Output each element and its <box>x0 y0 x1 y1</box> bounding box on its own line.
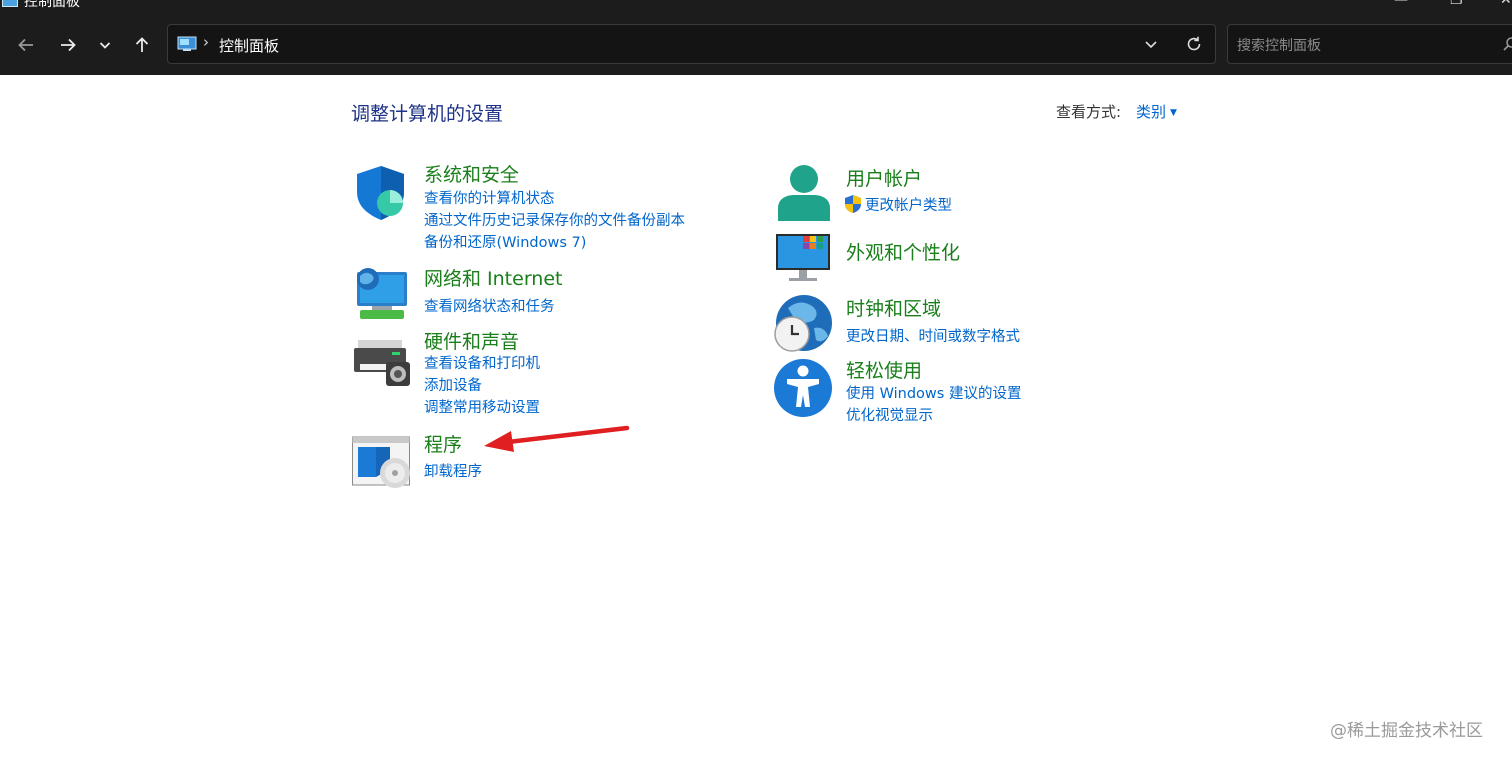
close-button[interactable]: ✕ <box>1500 0 1512 8</box>
forward-button[interactable] <box>55 32 81 58</box>
navigation-bar: › 控制面板 搜索控制面板 <box>0 14 1512 75</box>
category-title[interactable]: 硬件和声音 <box>424 327 519 354</box>
view-by-label: 查看方式: <box>1056 103 1122 121</box>
refresh-icon[interactable] <box>1185 35 1203 53</box>
watermark: @稀土掘金技术社区 <box>1330 721 1483 741</box>
annotation-arrow <box>484 425 630 452</box>
category-title[interactable]: 网络和 Internet <box>424 264 562 291</box>
arrow-up-icon <box>135 37 149 52</box>
breadcrumb-separator: › <box>203 33 209 51</box>
chevron-down-icon[interactable] <box>1143 36 1159 52</box>
link-add-device[interactable]: 添加设备 <box>424 374 482 395</box>
user-icon[interactable] <box>774 163 834 223</box>
monitor-icon[interactable] <box>774 232 834 292</box>
printer-icon[interactable] <box>352 332 412 392</box>
programs-icon[interactable] <box>352 433 412 493</box>
arrow-right-icon <box>61 38 76 52</box>
link-file-history[interactable]: 通过文件历史记录保存你的文件备份副本 <box>424 209 685 230</box>
up-button[interactable] <box>129 32 155 58</box>
recent-locations-button[interactable] <box>92 32 118 58</box>
category-title[interactable]: 轻松使用 <box>846 356 922 383</box>
breadcrumb-control-panel[interactable]: 控制面板 <box>219 35 279 56</box>
minimize-button[interactable]: — <box>1394 0 1408 8</box>
page-title: 调整计算机的设置 <box>351 103 504 125</box>
title-bar: 控制面板 — ❐ ✕ <box>0 0 1512 14</box>
uac-shield-icon <box>845 195 861 213</box>
link-uninstall-program[interactable]: 卸载程序 <box>424 460 482 481</box>
network-icon[interactable] <box>352 266 412 326</box>
category-title[interactable]: 程序 <box>424 430 462 457</box>
link-change-date-time-format[interactable]: 更改日期、时间或数字格式 <box>846 325 1020 346</box>
link-optimize-visual-display[interactable]: 优化视觉显示 <box>846 404 933 425</box>
shield-icon[interactable] <box>352 162 412 222</box>
caret-down-icon: ▼ <box>1170 108 1177 118</box>
search-icon[interactable] <box>1502 36 1512 52</box>
chevron-down-icon <box>99 42 111 49</box>
maximize-button[interactable]: ❐ <box>1450 0 1463 8</box>
link-backup-restore[interactable]: 备份和还原(Windows 7) <box>424 231 586 252</box>
search-placeholder: 搜索控制面板 <box>1237 38 1321 54</box>
arrow-left-icon <box>18 38 33 52</box>
window-title: 控制面板 <box>24 0 80 10</box>
search-field[interactable]: 搜索控制面板 <box>1227 24 1512 64</box>
control-panel-icon <box>177 36 197 51</box>
accessibility-icon[interactable] <box>774 358 834 418</box>
link-windows-suggested-settings[interactable]: 使用 Windows 建议的设置 <box>846 382 1021 403</box>
link-view-computer-status[interactable]: 查看你的计算机状态 <box>424 187 555 208</box>
control-panel-icon <box>2 0 18 7</box>
view-by-dropdown[interactable]: 类别 ▼ <box>1136 101 1177 122</box>
address-bar[interactable]: › 控制面板 <box>167 24 1216 64</box>
link-devices-printers[interactable]: 查看设备和打印机 <box>424 352 540 373</box>
category-title[interactable]: 时钟和区域 <box>846 294 941 321</box>
view-by-value: 类别 <box>1136 103 1167 121</box>
link-mobility-settings[interactable]: 调整常用移动设置 <box>424 396 540 417</box>
clock-globe-icon[interactable] <box>774 294 834 354</box>
link-network-status[interactable]: 查看网络状态和任务 <box>424 295 555 316</box>
category-title[interactable]: 外观和个性化 <box>846 238 960 265</box>
category-title[interactable]: 系统和安全 <box>424 160 519 187</box>
back-button[interactable] <box>13 32 39 58</box>
category-title[interactable]: 用户帐户 <box>846 164 922 191</box>
link-change-account-type[interactable]: 更改帐户类型 <box>865 194 952 215</box>
